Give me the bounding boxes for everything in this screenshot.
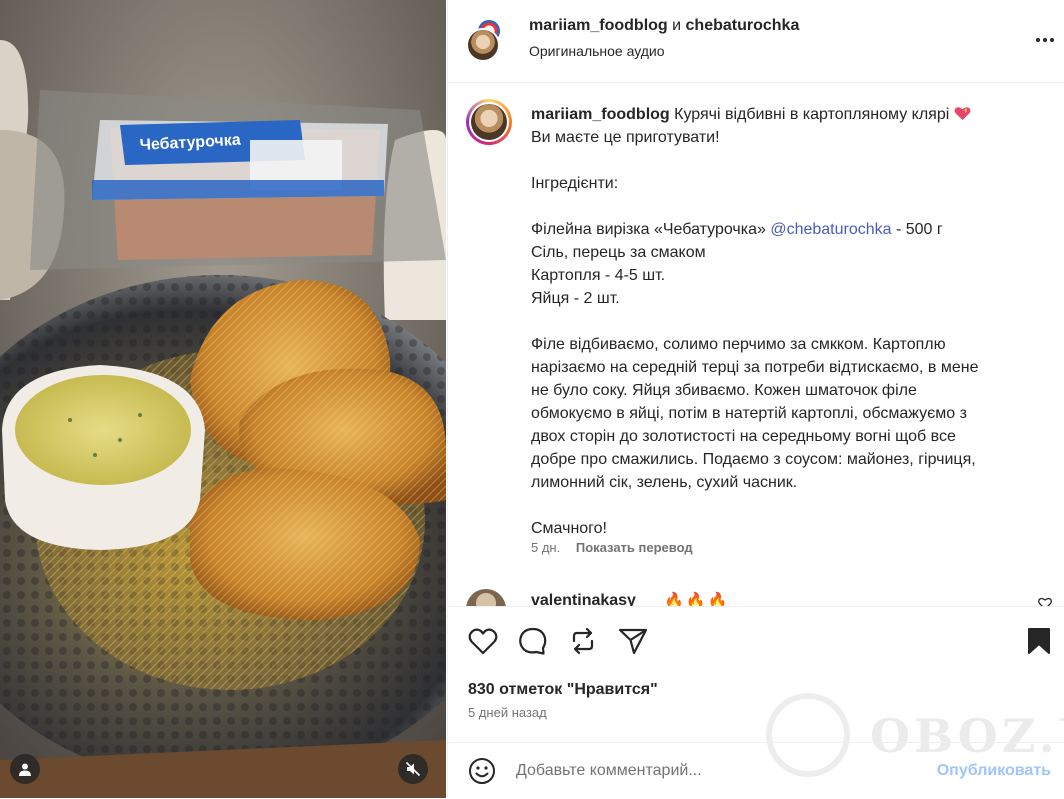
method-line: не було соку. Яйця збиваємо. Кожен шмато… — [531, 382, 917, 399]
ingredient-1-qty: - 500 г — [895, 221, 943, 238]
comment-icon — [519, 627, 547, 655]
share-button[interactable] — [618, 627, 648, 660]
repost-icon — [572, 627, 594, 655]
post-media[interactable]: Чебатурочка — [0, 0, 446, 798]
comment-item: valentinakasy 🔥🔥🔥 — [466, 587, 1056, 606]
ingredient-4: Яйця - 2 шт. — [531, 290, 620, 307]
ingredients-header: Інгредієнти: — [531, 175, 619, 192]
post-authors: mariiam_foodblog и chebaturochka — [529, 17, 799, 35]
tagged-users-button[interactable] — [10, 754, 40, 784]
likes-count[interactable]: 830 отметок "Нравится" — [468, 681, 658, 699]
comment-input[interactable] — [516, 755, 896, 787]
heart-icon — [468, 628, 498, 655]
author-avatar — [466, 28, 500, 62]
method-line: добре про смажились. Подаємо з соусом: м… — [531, 451, 976, 468]
mute-button[interactable] — [398, 754, 428, 784]
method-line: двох сторін до золотистості на середньом… — [531, 428, 956, 445]
method-line: Філе відбиваємо, солимо перчимо за смкко… — [531, 336, 946, 353]
post-details-panel: mariiam_foodblog и chebaturochka Оригина… — [447, 0, 1064, 798]
product-package: Чебатурочка — [92, 120, 388, 260]
comments-scroll-area[interactable]: mariiam_foodblog Курячі відбивні в карто… — [448, 83, 1064, 606]
authors-conjunction: и — [672, 17, 682, 34]
mention-link[interactable]: @chebaturochka — [770, 221, 891, 238]
caption-age[interactable]: 5 дн. — [531, 540, 560, 555]
more-icon — [1036, 38, 1040, 42]
share-icon — [618, 628, 648, 655]
method-line: нарізаємо на середній терці за потреби в… — [531, 359, 979, 376]
more-options-button[interactable] — [1033, 30, 1057, 50]
collab-avatars[interactable] — [466, 18, 502, 62]
like-button[interactable] — [468, 627, 498, 660]
save-button[interactable] — [1027, 627, 1051, 660]
ingredient-1: Філейна вирізка «Чебатурочка» — [531, 221, 766, 238]
mute-icon — [405, 761, 421, 777]
user-icon — [19, 763, 31, 776]
method-line: лимонний сік, зелень, сухий часник. — [531, 474, 798, 491]
caption-closing: Смачного! — [531, 520, 607, 537]
comment-text: 🔥🔥🔥 — [664, 593, 730, 606]
post-header: mariiam_foodblog и chebaturochka Оригина… — [448, 0, 1064, 83]
author-link[interactable]: mariiam_foodblog — [529, 17, 668, 34]
caption-title: Курячі відбивні в картопляному клярі — [674, 106, 950, 123]
commenter-avatar[interactable] — [466, 589, 506, 606]
repost-button[interactable] — [568, 627, 598, 660]
post-date[interactable]: 5 дней назад — [468, 705, 547, 720]
ingredient-2: Сіль, перець за смаком — [531, 244, 706, 261]
caption-username[interactable]: mariiam_foodblog — [531, 106, 670, 123]
method-line: обмокуємо в яйці, потім в натертій карто… — [531, 405, 967, 422]
emoji-icon — [469, 758, 495, 784]
comment-button[interactable] — [518, 627, 548, 660]
bookmark-icon — [1028, 628, 1050, 654]
commenter-username[interactable]: valentinakasy — [531, 592, 636, 606]
show-translation-button[interactable]: Показать перевод — [576, 540, 693, 555]
instagram-post-modal: Чебатурочка mariiam_foodblog и chebaturo… — [0, 0, 1064, 798]
caption-author-avatar[interactable] — [466, 99, 512, 145]
ingredient-3: Картопля - 4-5 шт. — [531, 267, 666, 284]
caption-line: Ви маєте це приготувати! — [531, 129, 720, 146]
post-caption: mariiam_foodblog Курячі відбивні в карто… — [531, 103, 1031, 540]
caption-meta: 5 дн. Показать перевод — [531, 540, 693, 555]
emoji-button[interactable] — [468, 757, 496, 790]
heart-emoji-icon — [954, 107, 971, 120]
comment-composer: Опубликовать — [448, 742, 1064, 799]
sauce-bowl — [2, 365, 205, 550]
coauthor-link[interactable]: chebaturochka — [686, 17, 800, 34]
publish-button[interactable]: Опубликовать — [937, 762, 1051, 780]
food-photo: Чебатурочка — [0, 0, 446, 798]
audio-link[interactable]: Оригинальное аудио — [529, 43, 665, 59]
comment-like-icon[interactable] — [1038, 597, 1052, 606]
